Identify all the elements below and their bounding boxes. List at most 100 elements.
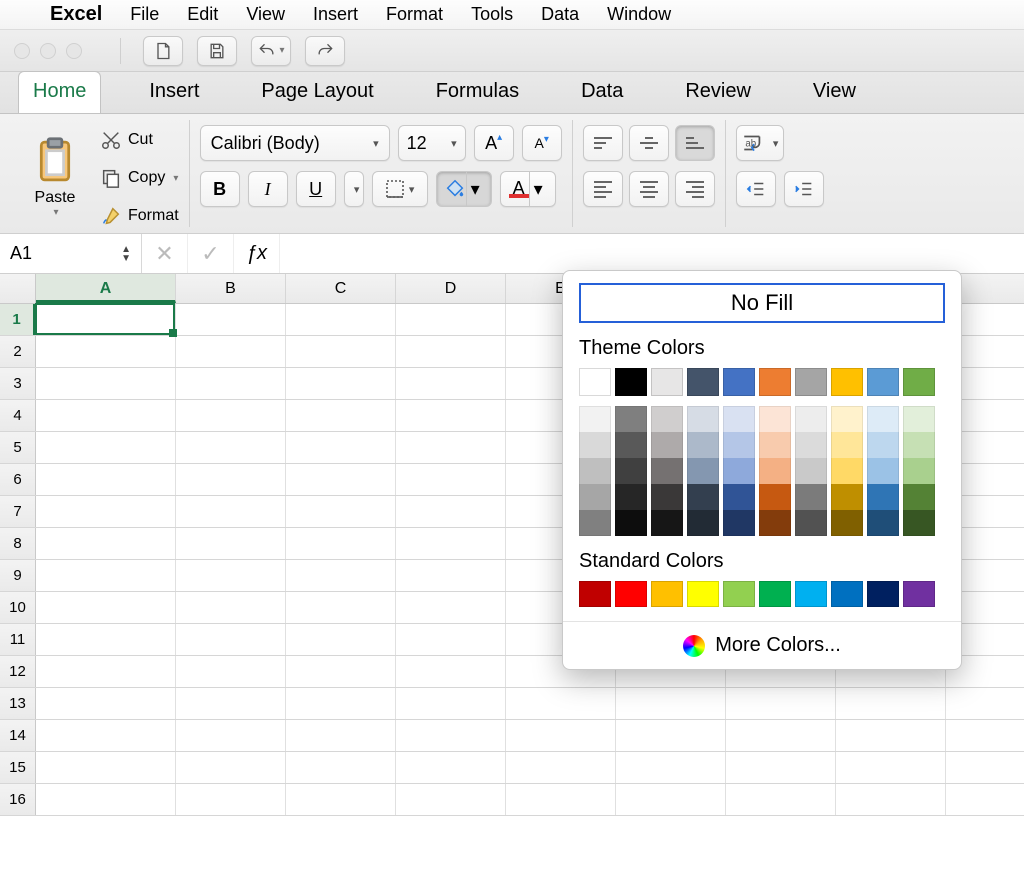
cell-C13[interactable] [286, 688, 396, 719]
column-header-A[interactable]: A [36, 274, 176, 303]
cell-D14[interactable] [396, 720, 506, 751]
new-file-button[interactable] [143, 36, 183, 66]
cell-H15[interactable] [836, 752, 946, 783]
cell-B16[interactable] [176, 784, 286, 815]
row-header-13[interactable]: 13 [0, 688, 36, 719]
shade-swatch[interactable] [867, 484, 899, 510]
cell-C9[interactable] [286, 560, 396, 591]
cell-C15[interactable] [286, 752, 396, 783]
shade-swatch[interactable] [831, 406, 863, 432]
cell-C14[interactable] [286, 720, 396, 751]
app-name[interactable]: Excel [50, 3, 102, 26]
cell-B10[interactable] [176, 592, 286, 623]
shade-swatch[interactable] [759, 484, 791, 510]
cell-D11[interactable] [396, 624, 506, 655]
shade-swatch[interactable] [723, 484, 755, 510]
cell-E14[interactable] [506, 720, 616, 751]
theme-swatch[interactable] [651, 368, 683, 396]
cell-C16[interactable] [286, 784, 396, 815]
shade-swatch[interactable] [903, 510, 935, 536]
chevron-down-icon[interactable]: ▼ [121, 254, 131, 263]
decrease-font-button[interactable]: A▾ [522, 125, 562, 161]
row-header-4[interactable]: 4 [0, 400, 36, 431]
menu-insert[interactable]: Insert [313, 4, 358, 25]
row-header-9[interactable]: 9 [0, 560, 36, 591]
cell-G16[interactable] [726, 784, 836, 815]
cell-D10[interactable] [396, 592, 506, 623]
shade-swatch[interactable] [759, 406, 791, 432]
shade-swatch[interactable] [687, 510, 719, 536]
chevron-down-icon[interactable]: ▾ [279, 45, 284, 56]
shade-swatch[interactable] [795, 510, 827, 536]
cell-D8[interactable] [396, 528, 506, 559]
cell-C1[interactable] [286, 304, 396, 335]
cell-D3[interactable] [396, 368, 506, 399]
row-header-15[interactable]: 15 [0, 752, 36, 783]
cell-C2[interactable] [286, 336, 396, 367]
cell-G13[interactable] [726, 688, 836, 719]
shade-swatch[interactable] [687, 406, 719, 432]
cell-D6[interactable] [396, 464, 506, 495]
cell-G15[interactable] [726, 752, 836, 783]
cell-C6[interactable] [286, 464, 396, 495]
borders-button[interactable]: ▾ [372, 171, 428, 207]
cell-A2[interactable] [36, 336, 176, 367]
shade-swatch[interactable] [831, 510, 863, 536]
theme-swatch[interactable] [903, 368, 935, 396]
wrap-text-button[interactable]: ab▾ [736, 125, 784, 161]
align-bottom-button[interactable] [675, 125, 715, 161]
cell-A1[interactable] [36, 304, 176, 335]
row-header-8[interactable]: 8 [0, 528, 36, 559]
theme-swatch[interactable] [723, 368, 755, 396]
cell-H13[interactable] [836, 688, 946, 719]
shade-swatch[interactable] [903, 406, 935, 432]
more-colors-button[interactable]: More Colors... [563, 621, 961, 669]
cell-B11[interactable] [176, 624, 286, 655]
chevron-down-icon[interactable]: ▾ [529, 172, 547, 206]
cell-D16[interactable] [396, 784, 506, 815]
column-header-B[interactable]: B [176, 274, 286, 303]
shade-swatch[interactable] [795, 406, 827, 432]
close-window-button[interactable] [14, 43, 30, 59]
shade-swatch[interactable] [903, 432, 935, 458]
cancel-formula-button[interactable]: ✕ [142, 234, 188, 273]
shade-swatch[interactable] [795, 458, 827, 484]
standard-swatch[interactable] [651, 581, 683, 607]
row-header-6[interactable]: 6 [0, 464, 36, 495]
underline-button[interactable]: U [296, 171, 336, 207]
cell-A16[interactable] [36, 784, 176, 815]
cell-F15[interactable] [616, 752, 726, 783]
save-button[interactable] [197, 36, 237, 66]
cell-B13[interactable] [176, 688, 286, 719]
column-header-D[interactable]: D [396, 274, 506, 303]
standard-swatch[interactable] [579, 581, 611, 607]
cell-A13[interactable] [36, 688, 176, 719]
menu-data[interactable]: Data [541, 4, 579, 25]
standard-swatch[interactable] [723, 581, 755, 607]
cell-D5[interactable] [396, 432, 506, 463]
zoom-window-button[interactable] [66, 43, 82, 59]
cell-C10[interactable] [286, 592, 396, 623]
shade-swatch[interactable] [723, 510, 755, 536]
row-header-1[interactable]: 1 [0, 304, 36, 335]
tab-home[interactable]: Home [18, 71, 101, 113]
cell-D7[interactable] [396, 496, 506, 527]
cell-A9[interactable] [36, 560, 176, 591]
shade-swatch[interactable] [687, 458, 719, 484]
increase-font-button[interactable]: A▴ [474, 125, 514, 161]
chevron-down-icon[interactable]: ▾ [53, 207, 58, 218]
shade-swatch[interactable] [687, 484, 719, 510]
shade-swatch[interactable] [903, 484, 935, 510]
shade-swatch[interactable] [831, 432, 863, 458]
shade-swatch[interactable] [723, 458, 755, 484]
cell-F13[interactable] [616, 688, 726, 719]
theme-swatch[interactable] [867, 368, 899, 396]
standard-swatch[interactable] [759, 581, 791, 607]
cell-B3[interactable] [176, 368, 286, 399]
cell-B5[interactable] [176, 432, 286, 463]
standard-swatch[interactable] [867, 581, 899, 607]
row-header-16[interactable]: 16 [0, 784, 36, 815]
row-header-7[interactable]: 7 [0, 496, 36, 527]
formula-input[interactable] [280, 234, 1024, 273]
shade-swatch[interactable] [651, 484, 683, 510]
